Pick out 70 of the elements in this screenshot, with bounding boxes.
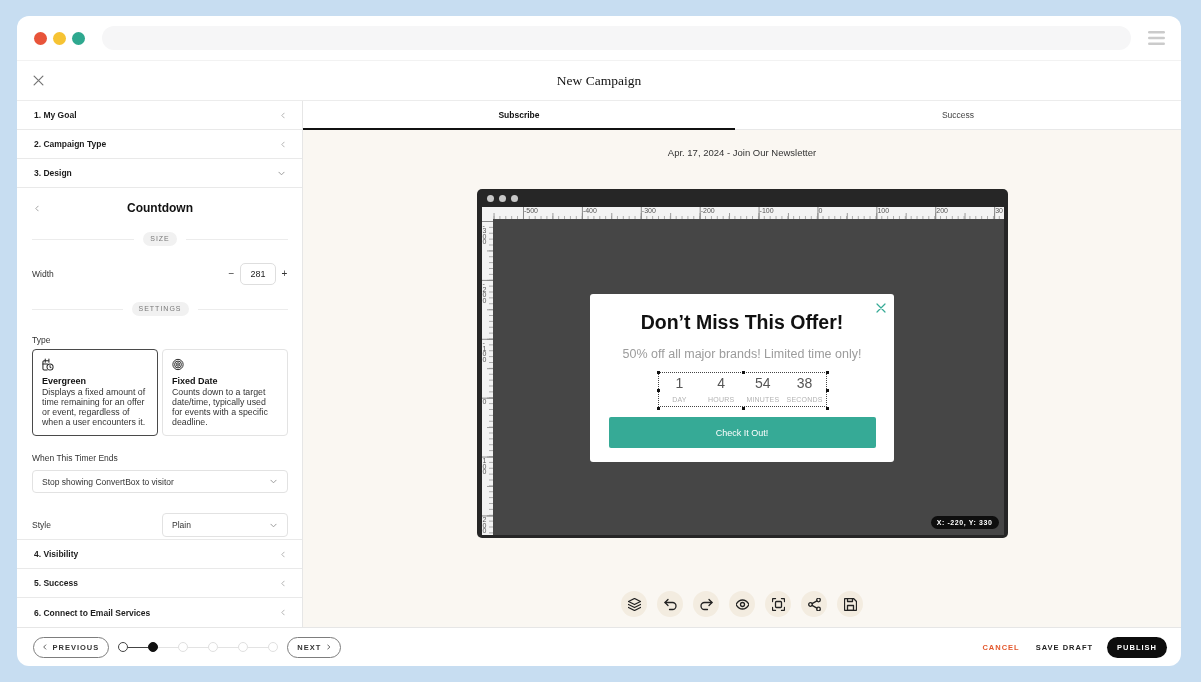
resize-handle-icon[interactable]: [825, 407, 829, 410]
save-button[interactable]: [837, 591, 863, 617]
width-input[interactable]: 281: [240, 263, 276, 285]
chevron-left-icon: [43, 644, 47, 650]
window-dot-icon[interactable]: [72, 31, 85, 45]
popup-subtitle: 50% off all major brands! Limited time only!: [622, 346, 862, 362]
window-dot-icon: [510, 194, 518, 202]
option-title: Evergreen: [42, 375, 87, 387]
style-select[interactable]: Plain: [162, 513, 288, 537]
close-icon: [33, 75, 44, 86]
resize-handle-icon[interactable]: [656, 371, 660, 374]
target-icon: [172, 358, 184, 371]
undo-button[interactable]: [657, 591, 683, 617]
chevron-down-icon: [270, 479, 277, 484]
resize-handle-icon[interactable]: [825, 371, 829, 374]
chevron-left-icon: [35, 204, 39, 212]
redo-icon: [699, 597, 713, 611]
chevron-right-icon: [327, 644, 331, 650]
field-label: Width: [32, 268, 54, 280]
panel-title: Countdown: [127, 201, 193, 215]
option-title: Fixed Date: [172, 375, 218, 387]
resize-handle-icon[interactable]: [741, 407, 745, 410]
frame-icon: [771, 597, 785, 611]
close-button[interactable]: [33, 75, 44, 86]
countdown-value: 54: [755, 375, 771, 391]
preview-button[interactable]: [729, 591, 755, 617]
fit-button[interactable]: [765, 591, 791, 617]
page-title: New Campaign: [556, 72, 642, 89]
option-description: Counts down to a target date/time, typically used for events with a specific deadline.: [172, 387, 269, 427]
countdown-value: 4: [717, 375, 725, 391]
accordion-header[interactable]: 3. Design: [17, 159, 302, 188]
timer-type-card[interactable]: Evergreen Displays a fixed amount of time remaining for an offer or event, regardless of when a user encounters it.: [32, 349, 158, 436]
redo-button[interactable]: [693, 591, 719, 617]
accordion-header[interactable]: 1. My Goal: [17, 101, 302, 130]
share-icon: [807, 597, 821, 611]
timer-end-select[interactable]: Stop showing ConvertBox to visitor: [32, 470, 288, 493]
window-dot-icon: [498, 194, 506, 202]
timer-type-card[interactable]: Fixed Date Counts down to a target date/time, typically used for events with a specific deadline.: [162, 349, 288, 436]
option-description: Displays a fixed amount of time remaining for an offer or event, regardless of when a user encounters it.: [42, 387, 147, 427]
decrement-button[interactable]: −: [228, 268, 235, 280]
window-dot-icon: [486, 194, 494, 202]
window-dot-icon[interactable]: [53, 31, 66, 45]
step-connector: [128, 646, 149, 648]
field-label: Type: [32, 334, 52, 346]
field-label: When This Timer Ends: [32, 452, 119, 464]
popup-title: Don’t Miss This Offer!: [640, 310, 844, 334]
eye-icon: [735, 597, 749, 611]
window-dot-icon[interactable]: [34, 31, 47, 45]
resize-handle-icon[interactable]: [741, 371, 745, 374]
calendar-clock-icon: [42, 358, 54, 371]
countdown-value: 38: [796, 375, 813, 391]
accordion-header[interactable]: 5. Success: [17, 569, 302, 598]
increment-button[interactable]: +: [281, 268, 288, 280]
countdown-value: 1: [675, 375, 684, 391]
step-indicator[interactable]: [148, 642, 159, 652]
resize-handle-icon[interactable]: [656, 389, 660, 392]
accordion-header[interactable]: 6. Connect to Email Services: [17, 598, 302, 627]
resize-handle-icon[interactable]: [825, 389, 829, 392]
close-icon[interactable]: [875, 303, 886, 313]
share-button[interactable]: [801, 591, 827, 617]
preview-heading: Apr. 17, 2024 - Join Our Newsletter: [667, 147, 817, 159]
layers-icon: [627, 597, 641, 611]
chevron-down-icon: [270, 522, 277, 528]
field-label: Style: [32, 519, 51, 531]
accordion-header[interactable]: 4. Visibility: [17, 540, 302, 569]
undo-icon: [663, 597, 677, 611]
layers-button[interactable]: [621, 591, 647, 617]
accordion-header[interactable]: 2. Campaign Type: [17, 130, 302, 159]
step-indicator[interactable]: [118, 642, 129, 652]
resize-handle-icon[interactable]: [656, 407, 660, 410]
